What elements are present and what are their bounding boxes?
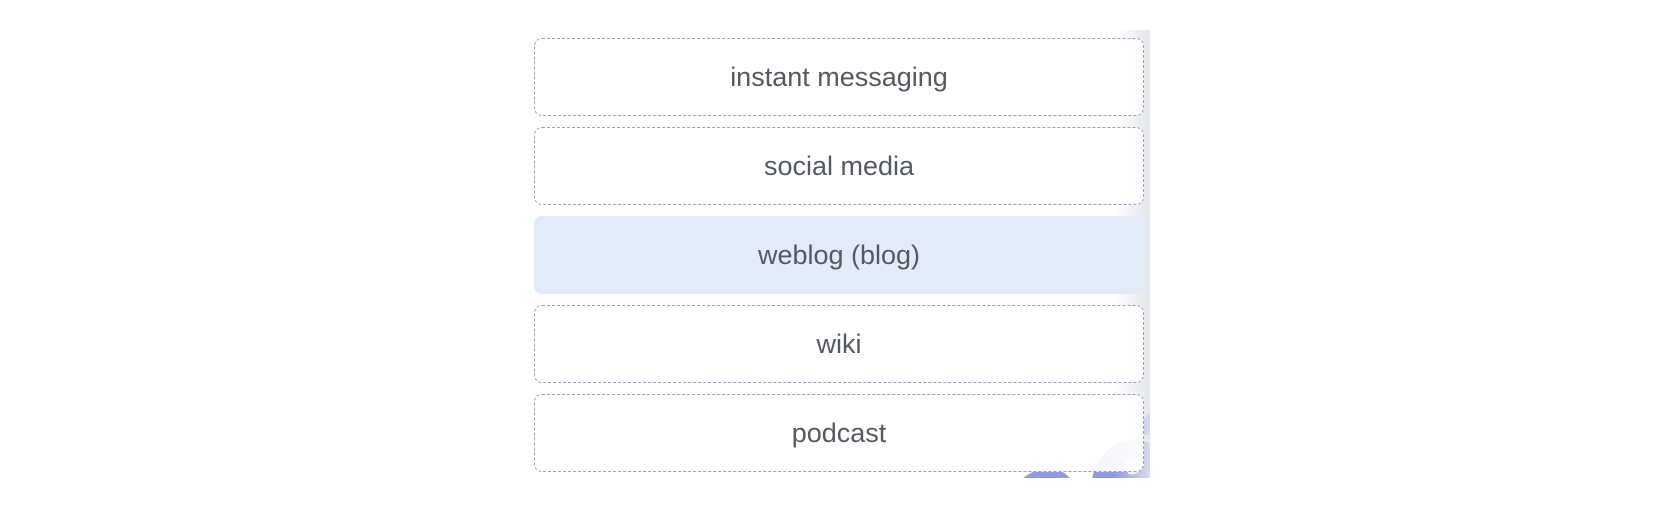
option-label: podcast bbox=[791, 417, 887, 448]
option-label: social media bbox=[763, 150, 915, 181]
option-label: instant messaging bbox=[730, 61, 948, 92]
answer-options-panel: instant messaging social media weblog (b… bbox=[526, 30, 1150, 478]
option-wiki[interactable]: wiki bbox=[534, 305, 1144, 383]
option-label: weblog (blog) bbox=[757, 239, 921, 270]
option-podcast[interactable]: podcast bbox=[534, 394, 1144, 472]
option-weblog-blog[interactable]: weblog (blog) bbox=[534, 216, 1144, 294]
option-list: instant messaging social media weblog (b… bbox=[534, 38, 1144, 478]
option-label: wiki bbox=[816, 328, 862, 359]
option-social-media[interactable]: social media bbox=[534, 127, 1144, 205]
option-instant-messaging[interactable]: instant messaging bbox=[534, 38, 1144, 116]
